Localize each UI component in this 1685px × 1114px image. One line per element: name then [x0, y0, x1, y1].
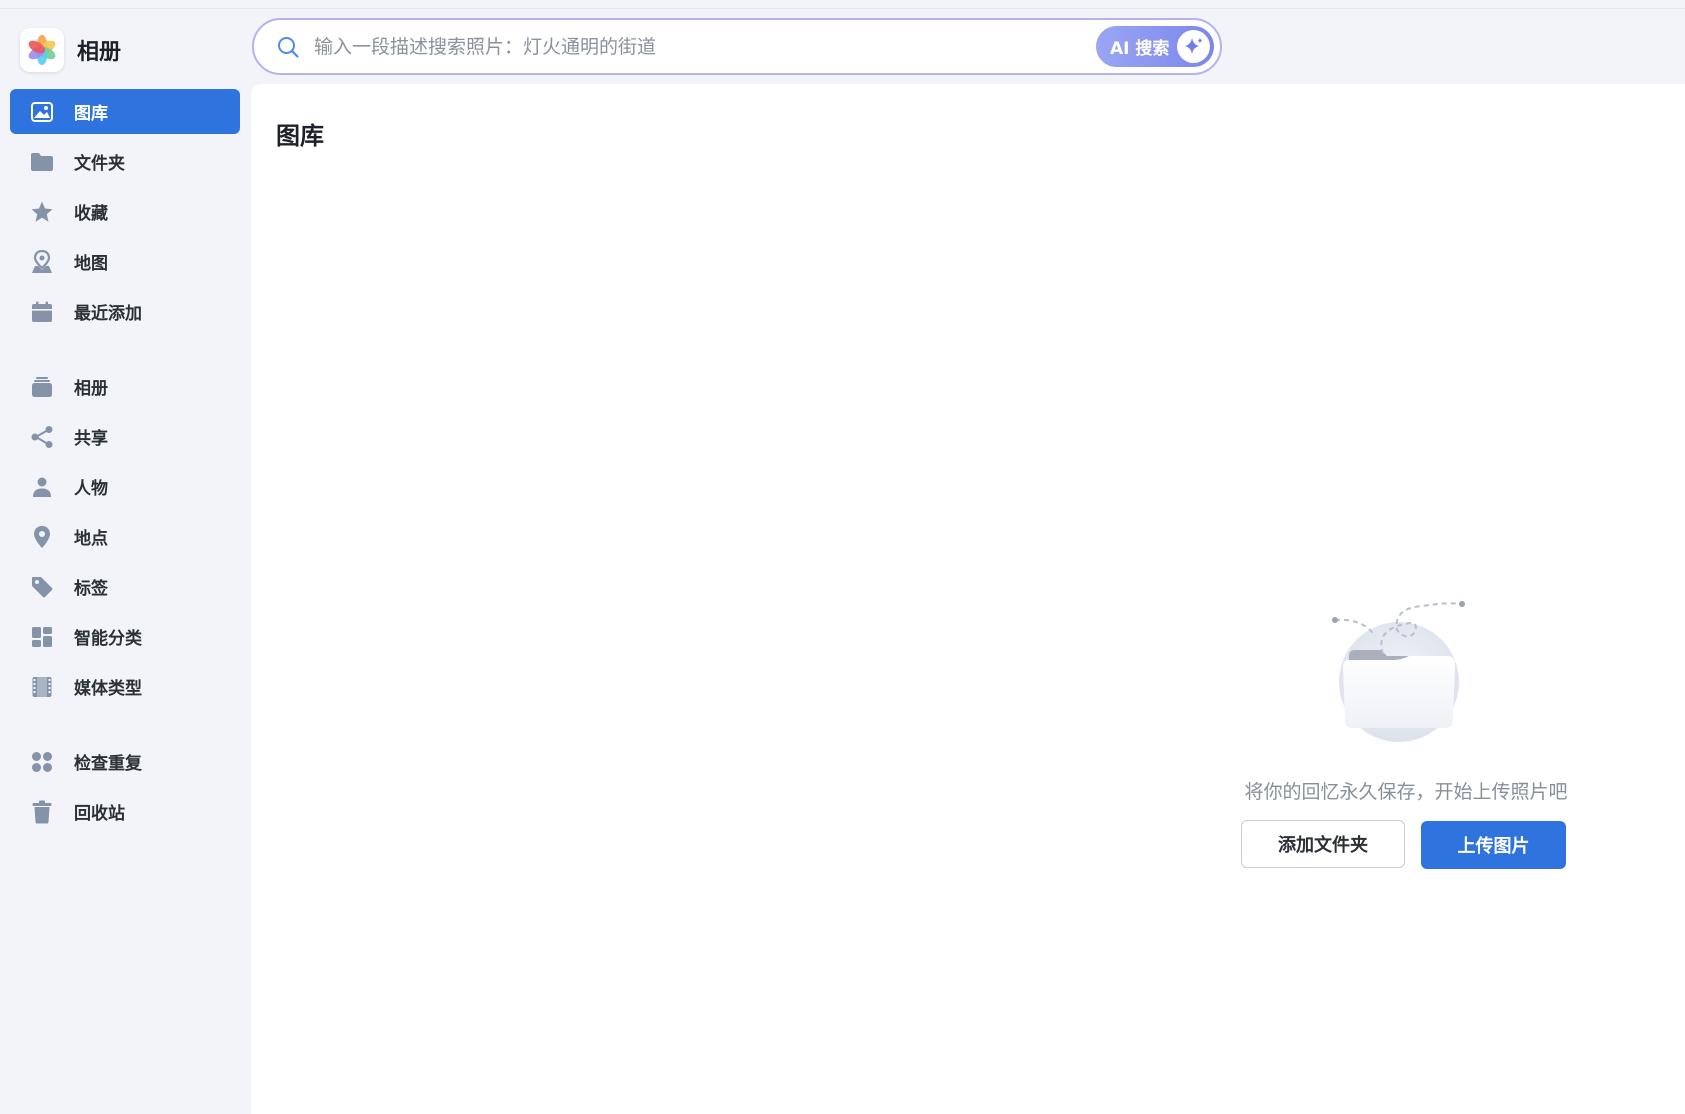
sidebar-item-folders[interactable]: 文件夹 [10, 139, 240, 184]
sidebar: 相册 图库 文件夹 收藏 地图 最近添加 相册 共享 人物 地点 标签 智能分类… [0, 9, 250, 1114]
sidebar-item-people[interactable]: 人物 [10, 464, 240, 509]
nav-section-gap [10, 339, 240, 364]
sidebar-item-label: 媒体类型 [74, 679, 142, 699]
scrollbar-track[interactable] [1681, 84, 1685, 1114]
search-input[interactable] [314, 28, 1074, 65]
sidebar-item-label: 共享 [74, 429, 108, 449]
sidebar-item-duplicates[interactable]: 检查重复 [10, 739, 240, 784]
film-icon [30, 675, 54, 699]
sidebar-item-label: 标签 [74, 579, 108, 599]
sidebar-item-smart-categories[interactable]: 智能分类 [10, 614, 240, 659]
sparkle-icon [1177, 30, 1210, 63]
image-icon [30, 100, 54, 124]
sidebar-item-favorites[interactable]: 收藏 [10, 189, 240, 234]
sidebar-item-label: 文件夹 [74, 154, 125, 174]
sidebar-item-map[interactable]: 地图 [10, 239, 240, 284]
nav-section-gap [10, 714, 240, 739]
sidebar-item-gallery[interactable]: 图库 [10, 89, 240, 134]
sidebar-item-label: 检查重复 [74, 754, 142, 774]
empty-folder-illustration-icon [1323, 584, 1483, 744]
window-top-bar [0, 0, 1685, 9]
sidebar-item-label: 智能分类 [74, 629, 142, 649]
sidebar-item-label: 收藏 [74, 204, 108, 224]
search-bar: AI 搜索 [252, 18, 1222, 75]
sidebar-item-label: 人物 [74, 479, 108, 499]
calendar-icon [30, 300, 54, 324]
grid-icon [30, 625, 54, 649]
sidebar-nav: 图库 文件夹 收藏 地图 最近添加 相册 共享 人物 地点 标签 智能分类 媒体… [10, 89, 240, 839]
sidebar-item-trash[interactable]: 回收站 [10, 789, 240, 834]
star-icon [30, 200, 54, 224]
sidebar-item-media-types[interactable]: 媒体类型 [10, 664, 240, 709]
album-stack-icon [30, 375, 54, 399]
brand: 相册 [20, 27, 121, 73]
folder-icon [30, 150, 54, 174]
app-logo-icon [20, 28, 64, 72]
duplicate-icon [30, 750, 54, 774]
sidebar-item-places[interactable]: 地点 [10, 514, 240, 559]
page-title: 图库 [276, 122, 324, 150]
trash-icon [30, 800, 54, 824]
sidebar-item-tags[interactable]: 标签 [10, 564, 240, 609]
search-icon [276, 34, 302, 60]
sidebar-item-recent[interactable]: 最近添加 [10, 289, 240, 334]
share-icon [30, 425, 54, 449]
sidebar-item-label: 地点 [74, 529, 108, 549]
add-folder-button[interactable]: 添加文件夹 [1241, 820, 1405, 868]
sidebar-item-shared[interactable]: 共享 [10, 414, 240, 459]
main-content: 图库 将你的回忆永久保存，开始上传照片吧 添加文件夹 上传图片 [251, 84, 1685, 1114]
photo-app: 相册 图库 文件夹 收藏 地图 最近添加 相册 共享 人物 地点 标签 智能分类… [0, 0, 1685, 1114]
sidebar-item-label: 图库 [74, 104, 108, 124]
location-icon [30, 525, 54, 549]
upload-photos-button[interactable]: 上传图片 [1421, 821, 1566, 869]
sidebar-item-albums[interactable]: 相册 [10, 364, 240, 409]
person-icon [30, 475, 54, 499]
sidebar-item-label: 相册 [74, 379, 108, 399]
empty-state-text: 将你的回忆永久保存，开始上传照片吧 [1244, 781, 1568, 803]
sidebar-item-label: 最近添加 [74, 304, 142, 324]
ai-search-button[interactable]: AI 搜索 [1096, 26, 1214, 67]
ai-search-label: AI 搜索 [1110, 39, 1170, 59]
sidebar-item-label: 地图 [74, 254, 108, 274]
map-pin-icon [30, 249, 54, 274]
tag-icon [30, 575, 54, 599]
sidebar-item-label: 回收站 [74, 804, 125, 824]
app-title: 相册 [77, 40, 122, 65]
